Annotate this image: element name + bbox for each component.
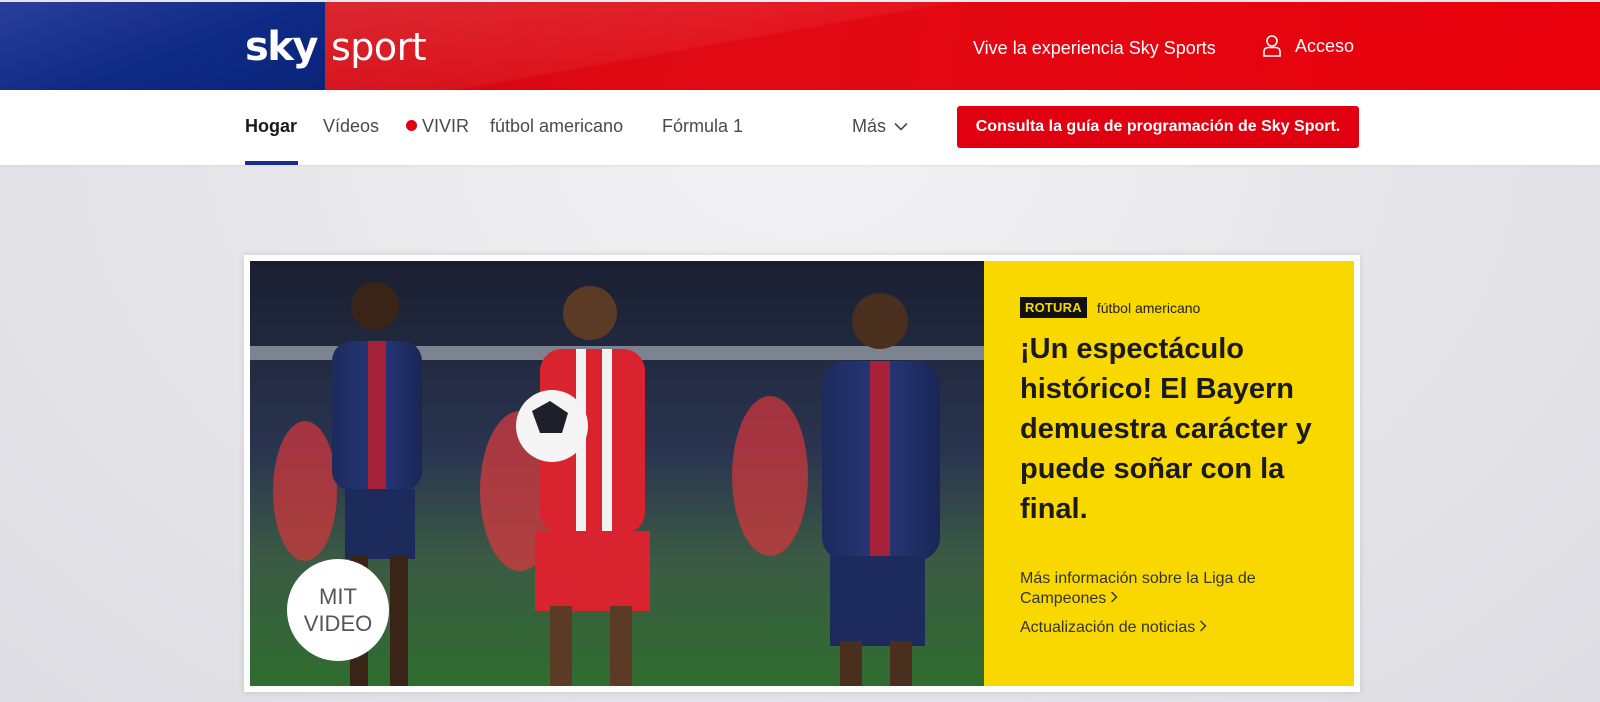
headline-link[interactable]: ¡Un espectáculo histórico! El Bayern dem…: [1020, 329, 1330, 529]
tag-row: ROTURA fútbol americano: [1020, 297, 1200, 318]
news-update-link[interactable]: Actualización de noticias: [1020, 618, 1207, 638]
chevron-right-icon: [1200, 620, 1207, 632]
login-label: Acceso: [1295, 35, 1355, 56]
user-icon: [1263, 35, 1281, 57]
champions-league-link-label: Más información sobre la Liga de Campeon…: [1020, 570, 1256, 607]
login-link[interactable]: Acceso: [1263, 35, 1354, 57]
nav-item-videos[interactable]: Vídeos: [323, 116, 379, 137]
nav-item-american-football[interactable]: fútbol americano: [490, 116, 623, 137]
top-header: sky sport Vive la experiencia Sky Sports…: [0, 2, 1600, 90]
nav-more-label: Más: [852, 116, 887, 136]
active-tab-indicator: [245, 161, 298, 165]
nav-item-formula-1[interactable]: Fórmula 1: [662, 116, 743, 137]
chevron-down-icon: [894, 122, 908, 131]
live-dot-icon: [406, 120, 417, 131]
hero-image[interactable]: MIT VIDEO: [250, 261, 984, 686]
header-sheen: [325, 2, 1600, 90]
news-update-link-label: Actualización de noticias: [1020, 619, 1196, 636]
nav-item-live[interactable]: VIVIR: [406, 116, 469, 137]
main-nav: Hogar Vídeos VIVIR fútbol americano Fórm…: [0, 90, 1600, 165]
sky-sport-logo[interactable]: sky sport: [245, 24, 427, 70]
category-label[interactable]: fútbol americano: [1097, 300, 1201, 316]
champions-league-link[interactable]: Más información sobre la Liga de Campeon…: [1020, 569, 1290, 609]
nav-more-dropdown[interactable]: Más: [852, 116, 908, 137]
experience-link[interactable]: Vive la experiencia Sky Sports: [973, 38, 1216, 59]
headline-panel: ROTURA fútbol americano ¡Un espectáculo …: [984, 261, 1354, 686]
breaking-badge: ROTURA: [1020, 297, 1087, 318]
programming-guide-button[interactable]: Consulta la guía de programación de Sky …: [957, 106, 1359, 148]
logo-sport-text: sport: [330, 25, 427, 69]
chevron-right-icon: [1111, 591, 1118, 603]
nav-item-hogar[interactable]: Hogar: [245, 116, 297, 137]
hero-card: MIT VIDEO ROTURA fútbol americano ¡Un es…: [244, 255, 1360, 692]
logo-sky-text: sky: [245, 24, 318, 70]
nav-item-live-label: VIVIR: [422, 116, 470, 136]
video-badge[interactable]: MIT VIDEO: [287, 559, 389, 661]
